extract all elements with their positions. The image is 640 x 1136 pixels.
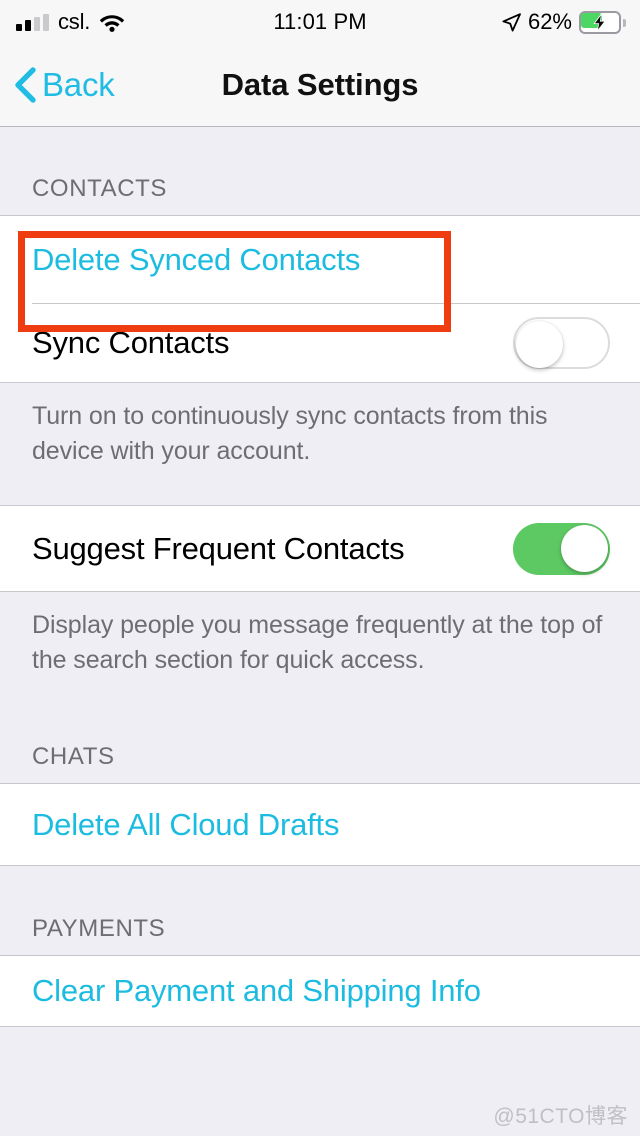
- status-bar: csl. 11:01 PM 62%: [0, 0, 640, 44]
- row-sync-contacts[interactable]: Sync Contacts: [0, 304, 640, 382]
- row-suggest-frequent-contacts[interactable]: Suggest Frequent Contacts: [0, 506, 640, 591]
- iphone-screen: csl. 11:01 PM 62% Back Data Settings CON…: [0, 0, 640, 1136]
- section-header-payments: PAYMENTS: [32, 915, 166, 942]
- section-header-contacts: CONTACTS: [32, 175, 168, 202]
- row-label: Clear Payment and Shipping Info: [32, 973, 481, 1008]
- sync-contacts-toggle[interactable]: [513, 317, 610, 369]
- row-label: Delete All Cloud Drafts: [32, 806, 340, 842]
- watermark-label: @51CTO博客: [493, 1105, 628, 1128]
- toggle-knob: [561, 524, 608, 572]
- footer-suggest-frequent: Display people you message frequently at…: [32, 611, 603, 674]
- group-payments: Clear Payment and Shipping Info: [0, 955, 640, 1027]
- group-suggest-frequent: Suggest Frequent Contacts: [0, 505, 640, 592]
- settings-list: CONTACTS Delete Synced Contacts Sync Con…: [0, 127, 640, 1027]
- location-arrow-icon: [502, 12, 521, 32]
- row-clear-payment-and-shipping-info[interactable]: Clear Payment and Shipping Info: [0, 956, 640, 1026]
- toggle-knob: [516, 321, 563, 368]
- page-title: Data Settings: [221, 67, 419, 102]
- status-bar-right: 62%: [502, 0, 626, 44]
- suggest-frequent-contacts-toggle[interactable]: [513, 522, 610, 575]
- row-label: Sync Contacts: [32, 325, 230, 360]
- footer-sync-contacts: Turn on to continuously sync contacts fr…: [32, 402, 548, 465]
- group-chats: Delete All Cloud Drafts: [0, 783, 640, 866]
- navigation-bar: Back Data Settings: [0, 44, 640, 127]
- group-contacts: Delete Synced Contacts Sync Contacts: [0, 215, 640, 383]
- row-delete-all-cloud-drafts[interactable]: Delete All Cloud Drafts: [0, 784, 640, 865]
- row-label: Suggest Frequent Contacts: [32, 530, 405, 566]
- battery-charging-icon: [579, 10, 626, 34]
- section-header-chats: CHATS: [32, 743, 115, 770]
- row-label: Delete Synced Contacts: [32, 242, 361, 277]
- row-delete-synced-contacts[interactable]: Delete Synced Contacts: [0, 216, 640, 304]
- battery-percent-label: 62%: [527, 9, 572, 34]
